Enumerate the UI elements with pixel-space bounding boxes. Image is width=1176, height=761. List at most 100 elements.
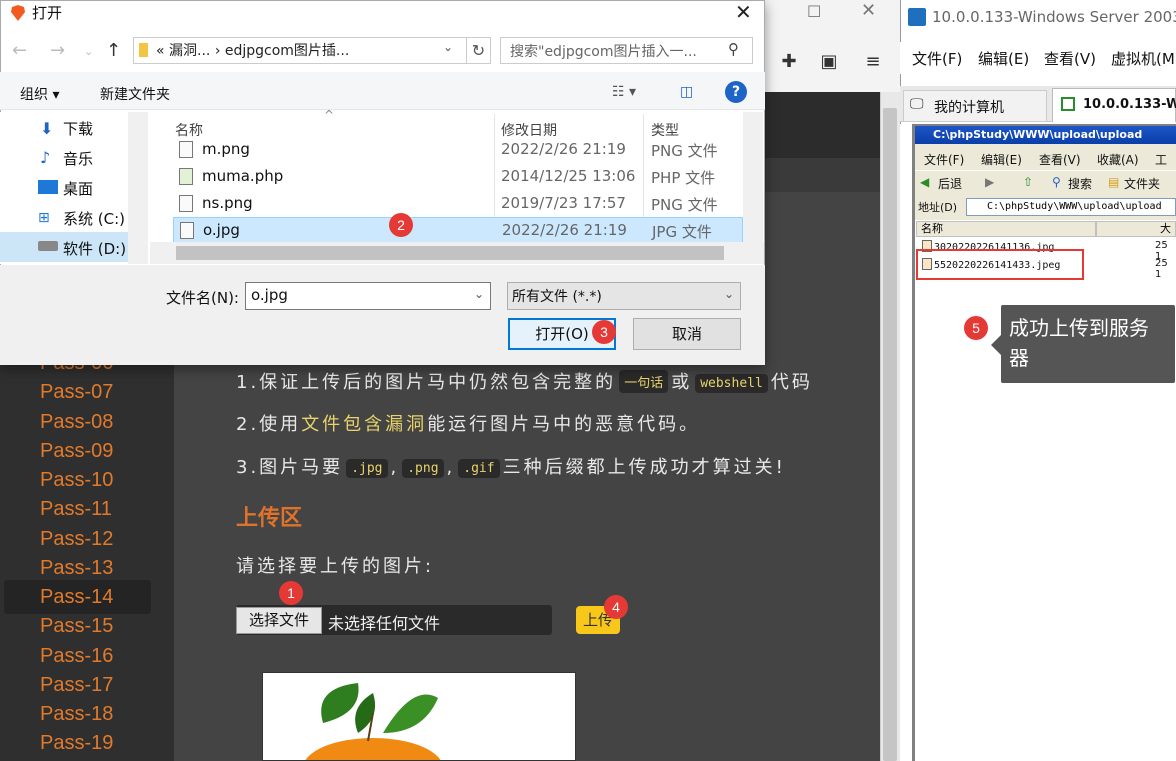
download-icon: ⬇	[40, 119, 54, 138]
address-text[interactable]: « 漏洞... › edjpgcom图片插...	[156, 40, 349, 60]
xp-search-button[interactable]: 搜索	[1068, 175, 1092, 192]
vm-menu-edit[interactable]: 编辑(E)	[978, 48, 1029, 69]
file-name: o.jpg	[203, 221, 240, 239]
search-placeholder: 搜索"edjpgcom图片插入一...	[510, 44, 697, 60]
file-type-filter-value[interactable]: 所有文件 (*.*)	[512, 286, 602, 306]
window-close-icon[interactable]: ✕	[861, 0, 876, 21]
wallet-icon[interactable]: ▣	[817, 50, 841, 74]
nav-item-desktop[interactable]: 桌面	[63, 178, 93, 199]
brave-icon	[11, 5, 25, 21]
rule-3-end: 三种后缀都上传成功才算过关!	[502, 457, 786, 478]
sidebar-item-pass-16[interactable]: Pass-16	[40, 645, 113, 668]
step-badge-2: 2	[389, 213, 413, 237]
desktop-icon	[38, 180, 58, 194]
xp-address-bar[interactable]: C:\phpStudy\WWW\upload\upload	[966, 198, 1176, 216]
sidebar-item-pass-14[interactable]: Pass-14	[40, 586, 113, 609]
sidebar-item-pass-19[interactable]: Pass-19	[40, 732, 113, 755]
xp-column-size[interactable]: 大	[1096, 221, 1176, 237]
code-yijuhua: 一句话	[619, 370, 669, 393]
xp-menu-view[interactable]: 查看(V)	[1039, 151, 1081, 168]
step-badge-4: 4	[604, 595, 628, 619]
sidebar-item-pass-07[interactable]: Pass-07	[40, 381, 113, 404]
sidebar-item-pass-15[interactable]: Pass-15	[40, 615, 113, 638]
upload-section-title: 上传区	[236, 506, 303, 531]
back-arrow-icon[interactable]: ←	[12, 40, 27, 61]
browser-toolbar: ☐ ✕ ✚ ▣ ≡	[765, 0, 900, 92]
sidebar-item-pass-11[interactable]: Pass-11	[40, 498, 112, 521]
up-arrow-icon[interactable]: ↑	[106, 40, 121, 61]
maximize-icon[interactable]: ☐	[807, 2, 821, 21]
rule-1-text: 1.保证上传后的图片马中仍然包含完整的	[236, 372, 617, 393]
xp-folders-button[interactable]: 文件夹	[1124, 175, 1160, 192]
sidebar-item-pass-09[interactable]: Pass-09	[40, 440, 113, 463]
choose-image-label: 请选择要上传的图片:	[236, 556, 435, 577]
xp-menu-favorites[interactable]: 收藏(A)	[1097, 151, 1139, 168]
xp-back-icon[interactable]: ◀	[920, 175, 929, 189]
address-dropdown-icon[interactable]: ⌄	[443, 40, 453, 54]
tooltip-arrow	[991, 335, 1001, 355]
extensions-icon[interactable]: ✚	[777, 50, 801, 74]
code-gif: .gif	[458, 459, 500, 478]
nav-item-downloads[interactable]: 下载	[63, 118, 93, 139]
php-file-icon	[179, 168, 193, 185]
file-row-muma-php[interactable]: muma.php 2014/12/25 13:06 PHP 文件	[173, 164, 743, 190]
nav-item-drive-d[interactable]: 软件 (D:)	[63, 238, 126, 259]
music-icon: ♪	[40, 148, 51, 167]
sidebar-item-pass-08[interactable]: Pass-08	[40, 411, 113, 434]
sidebar-item-pass-10[interactable]: Pass-10	[40, 469, 113, 492]
view-options-icon[interactable]: ☷ ▾	[612, 84, 636, 100]
sidebar-item-pass-12[interactable]: Pass-12	[40, 528, 113, 551]
forward-arrow-icon[interactable]: →	[50, 40, 65, 61]
recent-chevron-icon[interactable]: ⌄	[84, 45, 93, 58]
preview-pane-icon[interactable]: ◫	[680, 84, 693, 100]
help-icon[interactable]: ?	[725, 81, 747, 103]
file-row-m-png[interactable]: m.png 2022/2/26 21:19 PNG 文件	[173, 137, 743, 163]
nav-scrollbar[interactable]	[128, 112, 148, 264]
png-file-icon	[179, 195, 193, 212]
filename-value[interactable]: o.jpg	[251, 286, 288, 304]
search-icon[interactable]: ⚲	[728, 40, 739, 58]
menu-icon[interactable]: ≡	[861, 50, 885, 74]
sidebar-item-pass-17[interactable]: Pass-17	[40, 674, 113, 697]
tab-vm-server[interactable]: 10.0.0.133-Wi	[1052, 88, 1176, 122]
cancel-button[interactable]: 取消	[633, 318, 741, 350]
hscroll-thumb[interactable]	[176, 246, 724, 260]
vm-menu-file[interactable]: 文件(F)	[912, 48, 962, 69]
page-scrollbar-thumb[interactable]	[883, 108, 897, 761]
xp-menu-file[interactable]: 文件(F)	[924, 151, 964, 168]
file-date: 2022/2/26 21:19	[502, 221, 627, 239]
file-name: m.png	[202, 140, 250, 158]
xp-folders-icon[interactable]: ▤	[1108, 175, 1119, 189]
step-badge-3: 3	[592, 320, 616, 344]
file-row-ns-png[interactable]: ns.png 2019/7/23 17:57 PNG 文件	[173, 191, 743, 217]
xp-column-name[interactable]: 名称	[916, 221, 1096, 237]
sidebar-item-pass-13[interactable]: Pass-13	[40, 557, 113, 580]
code-webshell: webshell	[695, 374, 768, 393]
xp-menu-edit[interactable]: 编辑(E)	[981, 151, 1022, 168]
nav-item-music[interactable]: 音乐	[63, 148, 93, 169]
vm-menu-view[interactable]: 查看(V)	[1044, 48, 1096, 69]
new-folder-button[interactable]: 新建文件夹	[100, 84, 170, 104]
xp-up-icon[interactable]: ⇧	[1023, 175, 1033, 189]
file-name: ns.png	[202, 194, 253, 212]
filter-dropdown-icon[interactable]: ⌄	[724, 287, 734, 301]
sidebar-item-pass-18[interactable]: Pass-18	[40, 703, 113, 726]
nav-item-drive-c[interactable]: 系统 (C:)	[63, 208, 125, 229]
xp-back-button[interactable]: 后退	[938, 175, 962, 192]
tab-my-computer[interactable]: 🖵 我的计算机	[903, 90, 1047, 122]
refresh-icon[interactable]: ↻	[466, 38, 490, 63]
filename-dropdown-icon[interactable]: ⌄	[474, 287, 484, 301]
organize-button[interactable]: 组织 ▾	[20, 84, 59, 104]
xp-search-icon[interactable]: ⚲	[1052, 175, 1061, 189]
filename-label: 文件名(N):	[166, 289, 239, 307]
xp-forward-icon[interactable]: ▶	[985, 175, 994, 189]
file-row-o-jpg[interactable]: o.jpg 2022/2/26 21:19 JPG 文件	[173, 217, 743, 243]
choose-file-button[interactable]: 选择文件	[236, 607, 322, 634]
rule-3: 3.图片马要 .jpg, .png, .gif 三种后缀都上传成功才算过关!	[236, 453, 786, 479]
windows-drive-icon: ⊞	[38, 210, 50, 226]
dialog-close-icon[interactable]: ✕	[735, 0, 752, 24]
tab-my-computer-label: 我的计算机	[934, 100, 1004, 116]
step-badge-5: 5	[964, 316, 988, 340]
file-list-vscroll[interactable]	[743, 112, 763, 242]
vm-menu-vm[interactable]: 虚拟机(M	[1111, 48, 1175, 69]
